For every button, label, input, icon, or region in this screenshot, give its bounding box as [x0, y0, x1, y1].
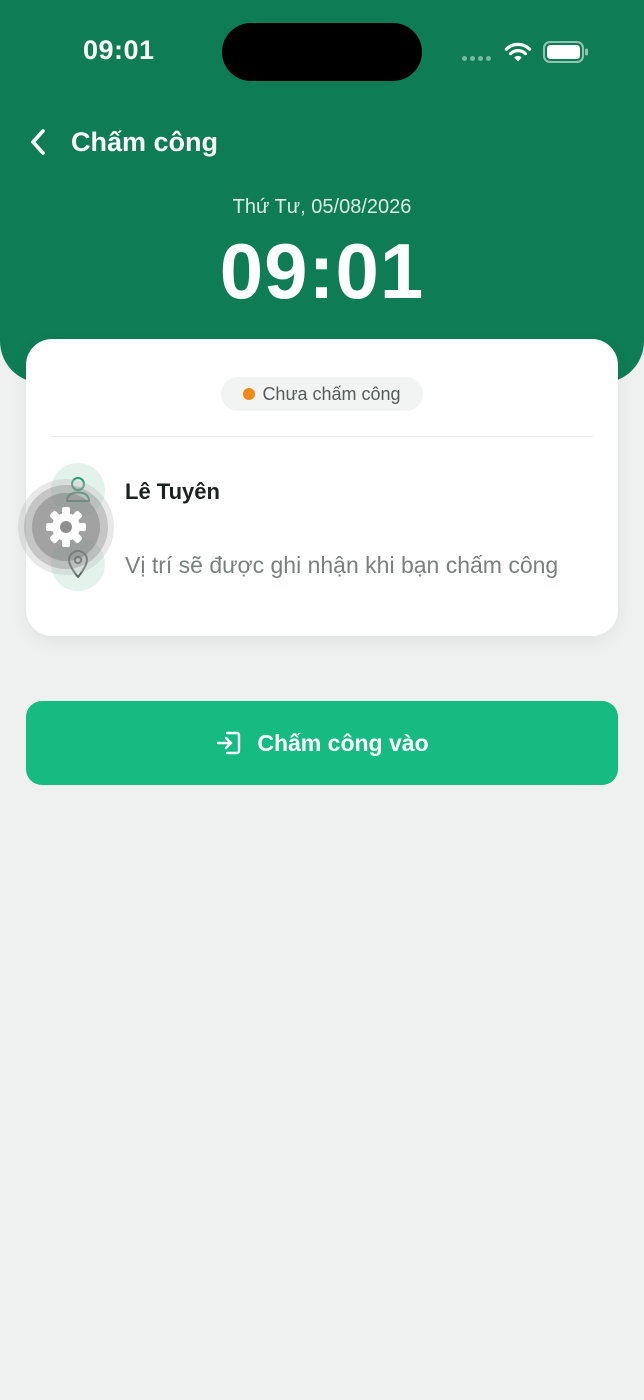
cellular-signal-icon	[462, 56, 491, 61]
divider	[51, 436, 593, 437]
wifi-icon	[504, 42, 532, 62]
status-bar: 09:01	[0, 0, 644, 100]
settings-floating-button[interactable]	[24, 485, 108, 569]
status-badge: Chưa chấm công	[221, 377, 423, 411]
current-time: 09:01	[219, 227, 425, 315]
dynamic-island	[222, 23, 422, 81]
location-note: Vị trí sẽ được ghi nhận khi bạn chấm côn…	[125, 552, 559, 578]
header: 09:01 Chấm công Thứ Tư, 05/08/2026 09:01	[0, 0, 644, 383]
page-title: Chấm công	[71, 126, 219, 157]
current-date: Thứ Tư, 05/08/2026	[232, 196, 412, 218]
status-dot	[243, 388, 256, 400]
login-icon	[217, 731, 241, 755]
nav-bar: Chấm công	[28, 122, 218, 162]
status-badge-label: Chưa chấm công	[262, 383, 401, 404]
checkin-button-label: Chấm công vào	[257, 729, 429, 756]
status-time: 09:01	[83, 35, 155, 65]
battery-icon	[543, 41, 588, 63]
gear-icon	[32, 493, 100, 561]
chevron-left-icon[interactable]	[28, 122, 54, 162]
checkin-button[interactable]: Chấm công vào	[26, 701, 618, 785]
attendance-card: Chưa chấm công Lê Tuyên Vị trí sẽ được g…	[26, 339, 618, 636]
user-name: Lê Tuyên	[125, 479, 220, 504]
